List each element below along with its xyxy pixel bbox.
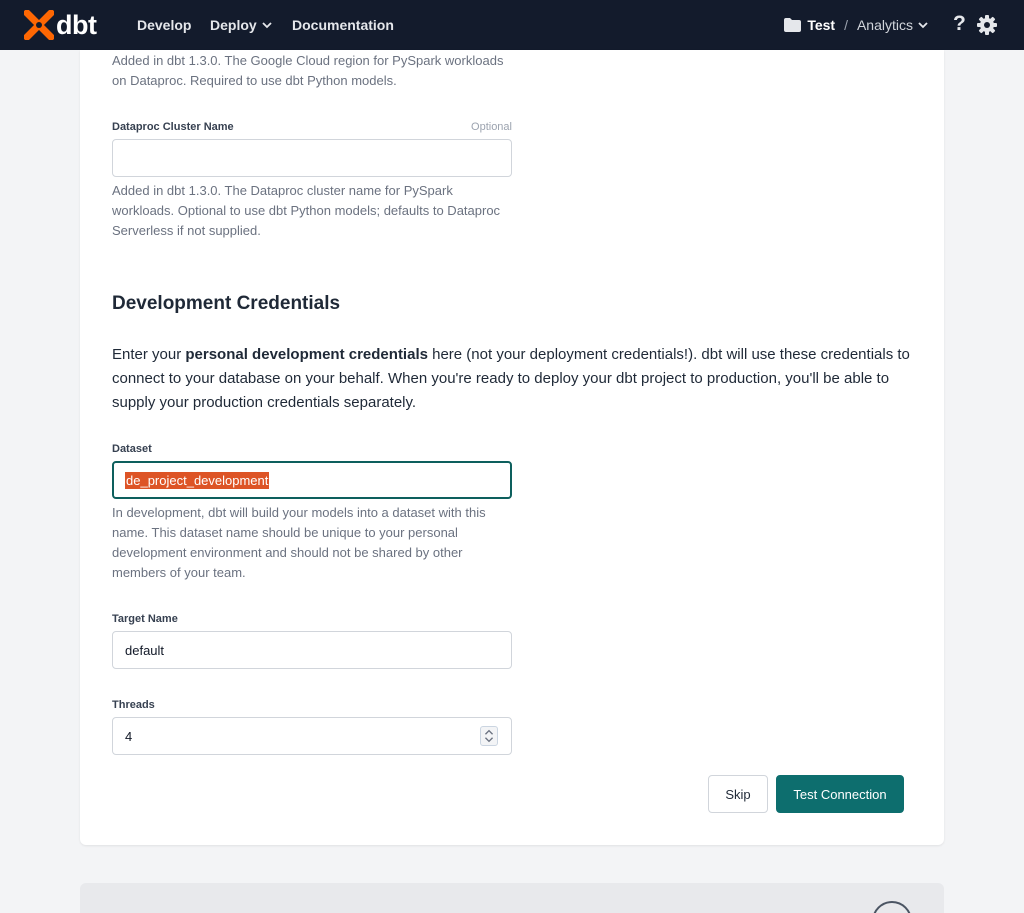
- nav-deploy-label: Deploy: [210, 17, 257, 33]
- next-card: [80, 883, 944, 913]
- optional-tag: Optional: [471, 121, 512, 133]
- dataset-value: de_project_development: [125, 471, 270, 489]
- help-icon[interactable]: ?: [953, 13, 969, 35]
- project-switcher[interactable]: Test / Analytics: [784, 16, 928, 34]
- top-navigation: dbt Develop Deploy Documentation Test / …: [0, 0, 1024, 50]
- intro-text-start: Enter your: [112, 346, 186, 363]
- skip-button[interactable]: Skip: [708, 775, 768, 813]
- dataset-help: In development, dbt will build your mode…: [112, 505, 486, 580]
- test-connection-button[interactable]: Test Connection: [776, 775, 904, 813]
- folder-icon: [784, 18, 802, 32]
- gear-icon[interactable]: [977, 15, 997, 35]
- number-stepper-icon[interactable]: [480, 726, 498, 746]
- dataproc-cluster-label: Dataproc Cluster Name: [112, 121, 234, 133]
- nav-documentation[interactable]: Documentation: [292, 16, 394, 34]
- dataproc-region-help: Added in dbt 1.3.0. The Google Cloud reg…: [112, 53, 504, 88]
- threads-value: 4: [125, 728, 133, 744]
- breadcrumb-separator: /: [844, 17, 848, 33]
- credentials-intro: Enter your personal development credenti…: [112, 343, 920, 415]
- target-name-input[interactable]: default: [112, 631, 512, 669]
- dataproc-cluster-help: Added in dbt 1.3.0. The Dataproc cluster…: [112, 183, 501, 238]
- threads-input[interactable]: 4: [112, 717, 512, 755]
- section-title: Development Credentials: [112, 293, 341, 314]
- intro-text-bold: personal development credentials: [185, 346, 428, 363]
- environment-name: Analytics: [856, 17, 913, 33]
- nav-develop[interactable]: Develop: [137, 16, 191, 34]
- project-name: Test: [807, 17, 836, 33]
- dataset-label: Dataset: [112, 443, 152, 455]
- dataset-input[interactable]: de_project_development: [112, 461, 512, 499]
- threads-label: Threads: [112, 699, 155, 711]
- brand-name: dbt: [56, 10, 97, 40]
- target-name-value: default: [125, 642, 165, 658]
- chevron-down-icon: [918, 21, 928, 28]
- chevron-down-icon: [262, 21, 272, 28]
- nav-deploy[interactable]: Deploy: [210, 16, 272, 34]
- dbt-logo[interactable]: dbt: [24, 10, 97, 40]
- dbt-logo-icon: [24, 10, 54, 40]
- target-name-label: Target Name: [112, 613, 178, 625]
- dataproc-cluster-input[interactable]: [112, 139, 512, 177]
